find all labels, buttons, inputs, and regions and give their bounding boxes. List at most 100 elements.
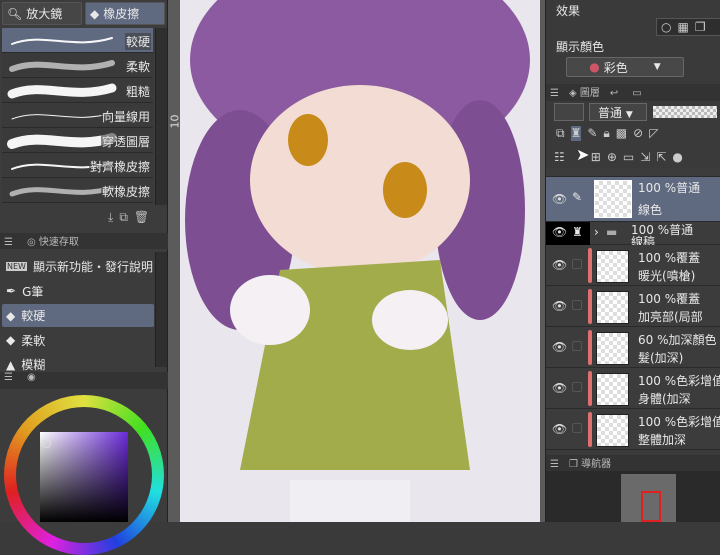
- layer-thumbnail: [596, 414, 629, 447]
- quick-access-item[interactable]: NEW 顯示新功能・發行說明: [2, 255, 154, 278]
- ruler-icon[interactable]: ◸: [649, 126, 658, 141]
- tab-navigator[interactable]: 導航器: [581, 459, 611, 470]
- history-tab-icon[interactable]: ↩: [610, 88, 618, 99]
- menu-icon[interactable]: ☰: [4, 237, 13, 248]
- transfer-down-icon[interactable]: ⇲: [640, 150, 650, 164]
- layer-color-icon[interactable]: ❐: [695, 20, 706, 34]
- navigator-viewport[interactable]: [641, 491, 661, 522]
- brush-item[interactable]: 穿透圖層: [2, 128, 153, 153]
- canvas-area[interactable]: 10: [168, 0, 545, 522]
- clipping-indicator: [588, 289, 592, 324]
- quick-access-title[interactable]: 快速存取: [39, 237, 79, 248]
- tool-tab-magnifier[interactable]: 🔍︎ 放大鏡: [2, 2, 82, 25]
- layer-row[interactable]: 👁︎ 60 %加深顏色 髮(加深): [546, 327, 720, 368]
- new-vector-layer-icon[interactable]: ⊕: [607, 150, 617, 164]
- brush-item[interactable]: 軟橡皮擦: [2, 178, 153, 203]
- menu-icon[interactable]: ☰: [4, 372, 13, 383]
- layer-row-partial[interactable]: [546, 168, 720, 177]
- quick-access-item[interactable]: ✒ G筆: [2, 280, 154, 303]
- mask-add-icon[interactable]: ●: [672, 150, 682, 164]
- layer-color-select[interactable]: [554, 103, 584, 121]
- layer-property-icon[interactable]: ☷: [554, 150, 565, 164]
- layer-thumbnail: [596, 373, 629, 406]
- tab-layer[interactable]: 圖層: [580, 88, 600, 99]
- mouse-cursor-icon: ➤: [576, 145, 590, 164]
- clipping-indicator: [588, 412, 592, 447]
- reference-layer-icon[interactable]: ♜: [570, 126, 582, 141]
- eye-icon[interactable]: 👁︎: [552, 340, 567, 354]
- layer-toolbar-2: ☷ ⊞ ⊕ ▭ ⇲ ⇱ ●: [554, 150, 683, 164]
- layer-row[interactable]: 👁︎ 100 %覆蓋 暖光(噴槍): [546, 245, 720, 286]
- eye-icon[interactable]: 👁︎: [552, 225, 567, 239]
- auto-action-tab-icon[interactable]: ▭: [632, 88, 641, 99]
- eye-icon[interactable]: 👁︎: [552, 258, 567, 272]
- trash-icon[interactable]: 🗑︎: [134, 210, 155, 224]
- new-folder-icon[interactable]: ▭: [623, 150, 634, 164]
- brush-list-scrollbar[interactable]: [155, 28, 167, 205]
- magnifier-icon: 🔍︎: [7, 6, 23, 21]
- layer-checkbox[interactable]: [572, 259, 582, 269]
- layer-toolbar-1: ⧉ ♜ ✎ 🔒︎ ▩ ⊘ ◸: [556, 126, 658, 141]
- display-color-select[interactable]: ● 彩色 ▼: [566, 57, 684, 77]
- menu-icon[interactable]: ☰: [550, 88, 559, 99]
- quick-access-item[interactable]: ◆ 較硬: [2, 304, 154, 327]
- layer-checkbox[interactable]: [572, 300, 582, 310]
- brush-item[interactable]: 對齊橡皮擦: [2, 153, 153, 178]
- layer-row[interactable]: 👁︎ 100 %色彩增值 身體(加深: [546, 368, 720, 409]
- clip-icon[interactable]: ⧉: [556, 126, 565, 141]
- circle-icon[interactable]: ○: [661, 20, 671, 34]
- layer-checkbox[interactable]: [572, 423, 582, 433]
- navigator-icon: ❐: [568, 459, 578, 470]
- quick-access-icon: ◎: [26, 237, 36, 248]
- brush-actions: ⤓⧉🗑︎: [108, 210, 155, 225]
- lock-transparency-icon[interactable]: ▩: [616, 126, 627, 141]
- chevron-down-icon: ▼: [653, 62, 661, 72]
- eye-icon[interactable]: 👁︎: [552, 422, 567, 436]
- tone-icon[interactable]: ▦: [677, 20, 688, 34]
- layer-thumbnail: [596, 291, 629, 324]
- color-wheel-tab-icon[interactable]: ◉: [27, 372, 36, 383]
- layer-tab-icon[interactable]: ◈: [569, 88, 577, 99]
- display-color-label: 顯示顏色: [556, 40, 605, 54]
- layer-row[interactable]: 👁︎ ✎ 100 %普通 線色: [546, 177, 720, 222]
- color-mode-icon: ●: [589, 60, 600, 74]
- blur-icon: ▲: [6, 357, 16, 372]
- eye-icon[interactable]: 👁︎: [552, 192, 567, 206]
- saturation-value-square[interactable]: [40, 432, 128, 522]
- opacity-slider[interactable]: [653, 106, 717, 118]
- sleeve-right: [372, 290, 448, 350]
- layer-thumbnail: [594, 180, 632, 218]
- eye-right: [383, 162, 427, 218]
- chevron-right-icon[interactable]: ›: [594, 225, 599, 239]
- duplicate-icon[interactable]: ⧉: [119, 210, 134, 224]
- brush-item[interactable]: 較硬: [2, 28, 153, 53]
- layer-thumbnail: [596, 250, 629, 283]
- merge-icon[interactable]: ⇱: [656, 150, 666, 164]
- blend-mode-select[interactable]: 普通 ▼: [589, 103, 647, 121]
- quick-access-scrollbar[interactable]: [155, 252, 167, 367]
- effect-label: 效果: [556, 4, 581, 18]
- quick-access-item[interactable]: ◆ 柔軟: [2, 329, 154, 352]
- layer-row[interactable]: 👁︎ 100 %色彩增值 整體加深: [546, 409, 720, 450]
- menu-icon[interactable]: ☰: [550, 459, 559, 470]
- brush-item[interactable]: 粗糙: [2, 78, 153, 103]
- layer-row[interactable]: 👁︎ ♜ › ▬ 100 %普通 線稿: [546, 222, 720, 249]
- effect-buttons: ○ ▦ ❐: [656, 18, 720, 36]
- eye-icon[interactable]: 👁︎: [552, 381, 567, 395]
- sleeve-left: [230, 275, 310, 345]
- clipping-indicator: [588, 330, 592, 365]
- new-badge-icon: NEW: [6, 262, 27, 271]
- draft-icon[interactable]: ✎: [587, 126, 597, 141]
- brush-item[interactable]: 柔軟: [2, 53, 153, 78]
- layer-checkbox[interactable]: [572, 341, 582, 351]
- layer-row[interactable]: 👁︎ 100 %覆蓋 加亮部(局部: [546, 286, 720, 327]
- new-raster-layer-icon[interactable]: ⊞: [591, 150, 601, 164]
- mask-icon[interactable]: ⊘: [633, 126, 643, 141]
- import-icon[interactable]: ⤓: [108, 210, 119, 224]
- brush-item[interactable]: 向量線用: [2, 103, 153, 128]
- eye-icon[interactable]: 👁︎: [552, 299, 567, 313]
- tool-tab-eraser[interactable]: ◆ 橡皮擦: [85, 2, 165, 25]
- color-picker-handle[interactable]: [42, 439, 51, 448]
- layer-checkbox[interactable]: [572, 382, 582, 392]
- lock-icon[interactable]: 🔒︎: [603, 126, 609, 141]
